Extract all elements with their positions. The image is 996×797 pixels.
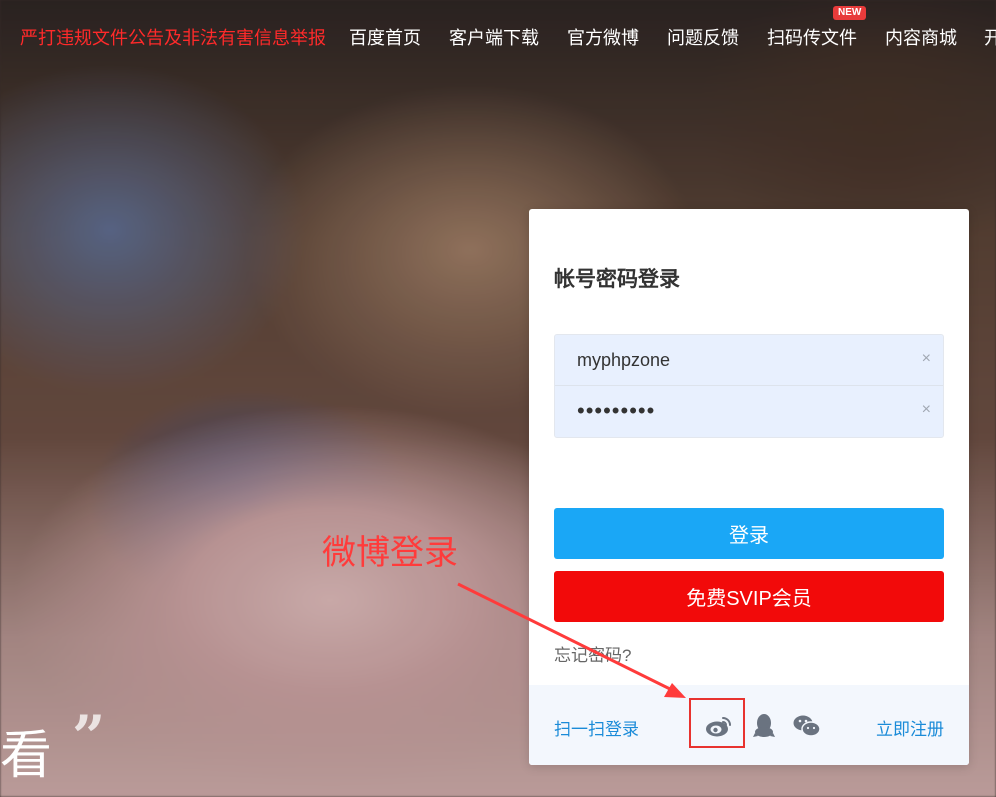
annotation-arrow	[457, 582, 686, 698]
weibo-highlight-box	[689, 698, 745, 748]
